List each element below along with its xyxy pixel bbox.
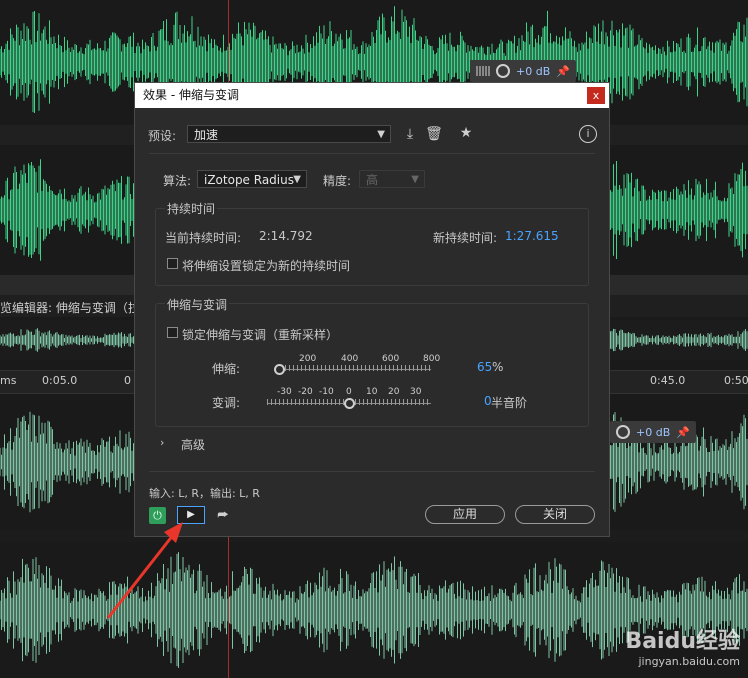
arrow-head	[164, 522, 183, 543]
watermark: Baidu经验 jingyan.baidu.com	[625, 623, 740, 668]
annotation-arrow	[106, 522, 183, 619]
watermark-brand: Baidu经验	[625, 629, 740, 654]
arrow-shaft	[106, 529, 179, 619]
watermark-url: jingyan.baidu.com	[638, 655, 740, 668]
